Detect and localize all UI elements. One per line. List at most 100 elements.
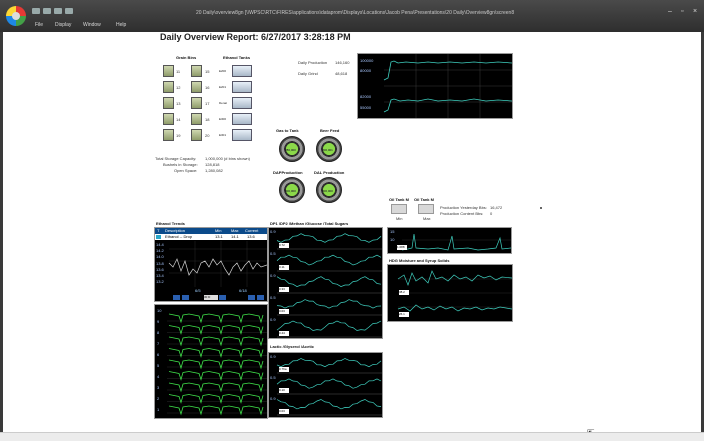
grain-bin-13[interactable]	[163, 97, 174, 109]
grain-bins-title: Grain Bins	[176, 55, 197, 60]
nav-prev-button[interactable]	[182, 295, 189, 300]
trend-tick-1: 100000	[360, 58, 374, 63]
hdg-value-moisture: 38.2	[399, 290, 409, 295]
menu-help[interactable]: Help	[116, 22, 126, 28]
oil-tank-b-label: Oil Tank M	[414, 197, 434, 202]
col-t: T	[157, 228, 160, 233]
grain-bin-20[interactable]	[191, 129, 202, 141]
grain-bin-label: 13	[176, 101, 181, 106]
gauge-label-gas: Gas to Tank	[276, 128, 299, 133]
oil-tank-a-sub: Min	[396, 216, 403, 221]
grain-bin-15[interactable]	[191, 65, 202, 77]
trend-series	[276, 276, 382, 287]
trend-tick: 0.9	[270, 396, 276, 401]
trend-tick: 0.9	[270, 229, 276, 234]
maximize-button[interactable]: ▫	[681, 8, 683, 15]
bushels-in-storage-value: 128,818	[205, 162, 220, 167]
ethanol-trend-panel[interactable]: T Description Min Max Current Ethanol --…	[154, 227, 268, 302]
trend-current-value: 0.72	[279, 243, 289, 248]
ethanol-tank-label: E300	[219, 117, 227, 121]
ethanol-tank-e300[interactable]	[232, 113, 252, 125]
redo-icon[interactable]	[54, 8, 62, 14]
trend-series	[276, 233, 382, 243]
dropdown-icon[interactable]	[65, 8, 73, 14]
minimize-button[interactable]: –	[668, 8, 672, 15]
storage-capacity-value: 1,000,000 (# bins shown)	[205, 156, 250, 161]
grain-bin-label: 17	[205, 101, 210, 106]
col-current: Current	[245, 228, 259, 233]
production-trend-chart[interactable]: 100000 80000 82000 55000	[357, 53, 513, 119]
trend-tick: 0.9	[270, 354, 276, 359]
oil-tank-b-sub: Max	[423, 216, 431, 221]
oil-tank-b-indicator	[418, 204, 434, 214]
oil-trend-chart[interactable]: 15 10 1.088	[387, 227, 512, 254]
trend-tick: 0.9	[270, 317, 276, 322]
trend-tick-4: 55000	[360, 105, 372, 110]
row-max: 14.1	[231, 234, 239, 239]
grain-bin-12[interactable]	[163, 81, 174, 93]
row-min: 13.1	[215, 234, 223, 239]
lactic-glycerol-acetic-chart[interactable]: 0.9 0.76a 0.5 0.10 0.9 0.03	[268, 352, 383, 418]
trend-tick-2: 80000	[360, 68, 372, 73]
ethanol-tank-e200[interactable]	[232, 65, 252, 77]
undo-icon[interactable]	[43, 8, 51, 14]
daily-production-label: Daily Production	[298, 60, 328, 65]
row-current: 13.6	[247, 234, 255, 239]
time-span-dropdown[interactable]	[219, 295, 226, 300]
gauge-label-dal: DAL Production	[314, 170, 345, 175]
grain-bin-14[interactable]	[163, 113, 174, 125]
ethanol-tank-e201[interactable]	[232, 81, 252, 93]
grain-bin-label: 14	[176, 117, 181, 122]
oil-trend-tick-1: 15	[390, 229, 395, 234]
nav-first-button[interactable]	[173, 295, 180, 300]
trend-current-value: 0.11	[279, 265, 289, 270]
window-title: 20 Daily\overview8gn [\\WPSC\RTC\FIRES\a…	[196, 10, 515, 16]
grain-bin-18[interactable]	[191, 113, 202, 125]
time-span-select[interactable]: 30 D	[204, 295, 218, 300]
trend-current-value: 0.44	[279, 331, 289, 336]
save-icon[interactable]	[32, 8, 40, 14]
hdg-moisture-syrup-chart[interactable]: 38.2 26.1	[387, 264, 513, 322]
nav-next-button[interactable]	[248, 295, 255, 300]
gauge-value-gas: 280,000	[285, 148, 296, 152]
grain-bin-label: 20	[205, 133, 210, 138]
gauge-label-beer: Beer Feed	[320, 128, 340, 133]
dp-sugars-chart[interactable]: 0.9 0.72 0.5 0.11 0.9 0.33 0.5 0.03 0.9 0.44	[268, 227, 383, 339]
menu-display[interactable]: Display	[55, 22, 71, 28]
app-logo-icon[interactable]	[6, 6, 26, 26]
daily-production-value: 146,160	[335, 60, 350, 65]
fermenter-pins-chart[interactable]: 10 9 8 7 6 5 4 3 2 1	[154, 304, 268, 419]
grain-bin-17[interactable]	[191, 97, 202, 109]
ethanol-tank-denat[interactable]	[232, 97, 252, 109]
ethanol-tank-label: E301	[219, 133, 227, 137]
open-space-label: Open Space:	[174, 168, 198, 173]
grain-bin-19[interactable]	[163, 129, 174, 141]
ethanol-tank-label: E200	[219, 69, 227, 73]
trend-tick-3: 82000	[360, 94, 372, 99]
gauge-label-dap: DAPProduction	[273, 170, 303, 175]
col-max: Max	[231, 228, 239, 233]
gauge-value-dal: 000,000	[322, 189, 333, 193]
menu-file[interactable]: File	[35, 22, 43, 28]
grain-bin-label: 15	[205, 69, 210, 74]
storage-capacity-label: Total Storage Capacity:	[155, 156, 197, 161]
menu-window[interactable]: Window	[83, 22, 101, 28]
ethanol-tank-e301[interactable]	[232, 129, 252, 141]
oil-tank-a-indicator	[391, 204, 407, 214]
grain-bin-label: 12	[176, 85, 181, 90]
daily-grind-value: 48,618	[335, 71, 348, 76]
close-button[interactable]: ×	[693, 8, 697, 15]
nav-last-button[interactable]	[257, 295, 264, 300]
trend-series	[276, 254, 382, 266]
open-space-value: 1,280,082	[205, 168, 223, 173]
oil-prod-content-value: 0	[490, 211, 493, 216]
grain-bin-16[interactable]	[191, 81, 202, 93]
bushels-in-storage-label: Bushels in Storage:	[163, 162, 198, 167]
grain-bin-label: 19	[176, 133, 181, 138]
table-row[interactable]: Ethanol -- Drop 13.1 14.1 13.6	[155, 234, 267, 240]
oil-tank-a-label: Oil Tank M	[389, 197, 409, 202]
grain-bin-label: 18	[205, 117, 210, 122]
grain-bin-11[interactable]	[163, 65, 174, 77]
trend-tick: 0.5	[270, 295, 276, 300]
oil-trend-value: 1.088	[397, 245, 407, 250]
